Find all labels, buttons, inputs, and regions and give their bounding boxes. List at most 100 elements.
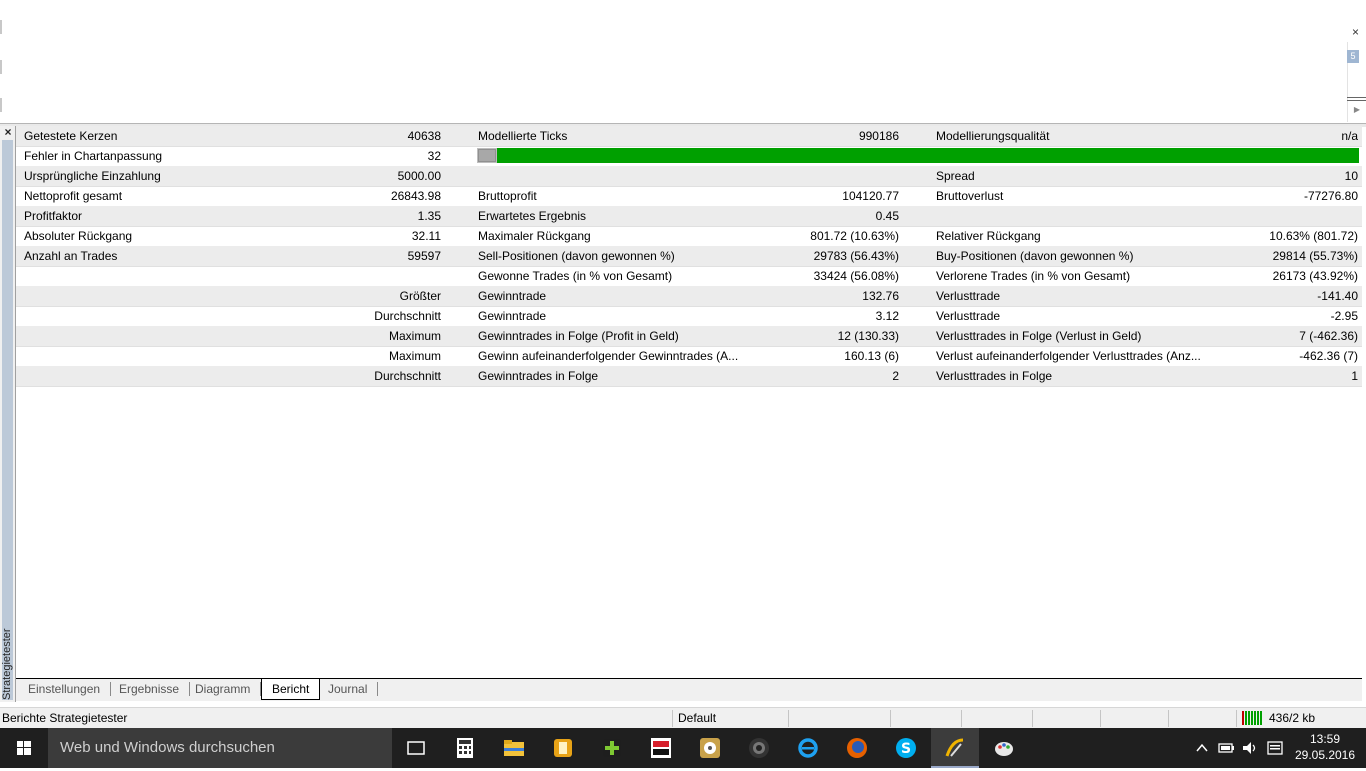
report-value xyxy=(1176,206,1358,226)
svg-text:S: S xyxy=(901,741,911,757)
volume-icon[interactable] xyxy=(1241,740,1259,756)
report-value: 32.11 xyxy=(411,229,441,243)
report-row: Durchschnitt Gewinntrades in Folge 2 Verlus… xyxy=(16,366,1362,387)
start-button[interactable] xyxy=(0,728,48,768)
tab-diagramm[interactable]: Diagramm xyxy=(185,682,262,696)
skype-icon[interactable]: S xyxy=(894,736,918,760)
disc-app-icon[interactable] xyxy=(698,736,722,760)
report-value: 160.13 (6) xyxy=(844,349,899,363)
report-value: 10 xyxy=(1344,169,1358,183)
splitter-icon[interactable] xyxy=(1347,97,1366,101)
report-value: 104120.77 xyxy=(842,189,899,203)
report-value xyxy=(719,166,899,186)
clock-date: 29.05.2016 xyxy=(1294,748,1356,762)
scroll-thumb[interactable]: 5 xyxy=(1347,50,1359,63)
report-row: Gewonne Trades (in % von Gesamt) 33424 (5… xyxy=(16,266,1362,287)
edge-tick xyxy=(0,60,2,74)
report-value: 29814 (55.73%) xyxy=(1272,249,1358,263)
report-value: 990186 xyxy=(858,129,899,143)
status-divider xyxy=(672,710,673,727)
close-icon[interactable]: × xyxy=(1349,25,1362,39)
taskbar-search-box[interactable]: Web und Windows durchsuchen xyxy=(48,728,392,768)
report-value: 1 xyxy=(1351,369,1358,383)
status-message: Berichte Strategietester xyxy=(2,711,128,725)
notes-icon[interactable] xyxy=(551,736,575,760)
report-value: Durchschnitt xyxy=(374,309,441,323)
report-row: Größter Gewinntrade 132.76 Verlusttrade -141… xyxy=(16,286,1362,307)
report-value: 40638 xyxy=(407,129,441,143)
report-value: -462.36 (7) xyxy=(1299,349,1358,363)
report-value: 0.45 xyxy=(875,209,899,223)
traffic-counter: 436/2 kb xyxy=(1269,711,1316,725)
chart-area xyxy=(0,0,1366,123)
status-divider xyxy=(961,710,962,727)
report-value: 801.72 (10.63%) xyxy=(810,229,899,243)
report-value: 33424 (56.08%) xyxy=(813,269,899,283)
report-value: 1.35 xyxy=(417,209,441,223)
windows-taskbar: Web und Windows durchsuchen S 13:59 29.0… xyxy=(0,728,1366,768)
edge-tick xyxy=(0,98,2,112)
firefox-icon[interactable] xyxy=(845,736,869,760)
report-value: -141.40 xyxy=(1317,289,1358,303)
action-center-icon[interactable] xyxy=(1266,740,1284,756)
report-row: Maximum Gewinntrades in Folge (Profit in … xyxy=(16,326,1362,347)
status-divider xyxy=(788,710,789,727)
status-divider xyxy=(1100,710,1101,727)
lovefilm-icon[interactable] xyxy=(649,736,673,760)
connection-bars-icon[interactable] xyxy=(1242,711,1266,725)
paint-icon[interactable] xyxy=(992,736,1016,760)
report-value: 29783 (56.43%) xyxy=(813,249,899,263)
tab-einstellungen[interactable]: Einstellungen xyxy=(18,682,112,696)
report-row: Anzahl an Trades 59597 Sell-Positionen (da… xyxy=(16,246,1362,267)
report-value: 10.63% (801.72) xyxy=(1269,229,1358,243)
tab-journal[interactable]: Journal xyxy=(318,682,379,696)
report-value: Durchschnitt xyxy=(374,369,441,383)
report-value: 132.76 xyxy=(862,289,899,303)
report-value: n/a xyxy=(1341,129,1358,143)
report-value: -2.95 xyxy=(1330,309,1358,323)
task-view-icon[interactable] xyxy=(404,736,428,760)
metatrader-icon[interactable] xyxy=(943,736,967,760)
tab-bar: Einstellungen Ergebnisse Diagramm Berich… xyxy=(16,679,1362,701)
close-panel-icon[interactable]: × xyxy=(2,126,14,138)
plus-app-icon[interactable] xyxy=(600,736,624,760)
report-value: 3.12 xyxy=(875,309,899,323)
report-value: 26173 (43.92%) xyxy=(1272,269,1358,283)
side-title-bar[interactable] xyxy=(2,140,13,700)
report-row: Profitfaktor 1.35 Erwartetes Ergebnis 0.45 xyxy=(16,206,1362,227)
status-divider xyxy=(890,710,891,727)
internet-explorer-icon[interactable] xyxy=(796,736,820,760)
report-row: Getestete Kerzen 40638 Modellierte Ticks 99… xyxy=(16,126,1362,147)
chevron-right-icon[interactable]: ▶ xyxy=(1351,104,1363,116)
report-table: Getestete Kerzen 40638 Modellierte Ticks 99… xyxy=(16,126,1362,677)
report-row: Ursprüngliche Einzahlung 5000.00 Spread 10 xyxy=(16,166,1362,187)
modeling-quality-fill xyxy=(497,148,1359,163)
calculator-icon[interactable] xyxy=(453,736,477,760)
report-value: 7 (-462.36) xyxy=(1299,329,1358,343)
side-panel: × xyxy=(0,126,16,702)
report-value: Maximum xyxy=(388,329,441,343)
file-explorer-icon[interactable] xyxy=(502,736,526,760)
report-value: 26843.98 xyxy=(390,189,441,203)
profile-label: Default xyxy=(678,711,717,725)
chevron-up-icon[interactable] xyxy=(1195,741,1209,755)
speaker-app-icon[interactable] xyxy=(747,736,771,760)
system-clock[interactable]: 13:59 29.05.2016 xyxy=(1290,731,1360,763)
report-row: Maximum Gewinn aufeinanderfolgender Gewin… xyxy=(16,346,1362,367)
tab-ergebnisse[interactable]: Ergebnisse xyxy=(109,682,191,696)
tab-bericht[interactable]: Bericht xyxy=(261,679,321,700)
status-divider xyxy=(1236,710,1237,727)
report-row: Fehler in Chartanpassung 32 xyxy=(16,146,1362,167)
battery-plug-icon[interactable] xyxy=(1217,740,1235,756)
report-row: Absoluter Rückgang 32.11 Maximaler Rückgan… xyxy=(16,226,1362,247)
report-value: 12 (130.33) xyxy=(837,329,899,343)
edge-tick xyxy=(0,20,2,34)
report-row: Nettoprofit gesamt 26843.98 Bruttoprofit 10… xyxy=(16,186,1362,207)
modeling-quality-marker xyxy=(478,149,496,162)
report-row: Durchschnitt Gewinntrade 3.12 Verlusttrade -… xyxy=(16,306,1362,327)
status-divider xyxy=(1032,710,1033,727)
report-value: 32 xyxy=(427,149,441,163)
status-bar: Berichte Strategietester Default 436/2 k… xyxy=(0,707,1366,729)
report-value: Maximum xyxy=(388,349,441,363)
clock-time: 13:59 xyxy=(1309,732,1341,746)
